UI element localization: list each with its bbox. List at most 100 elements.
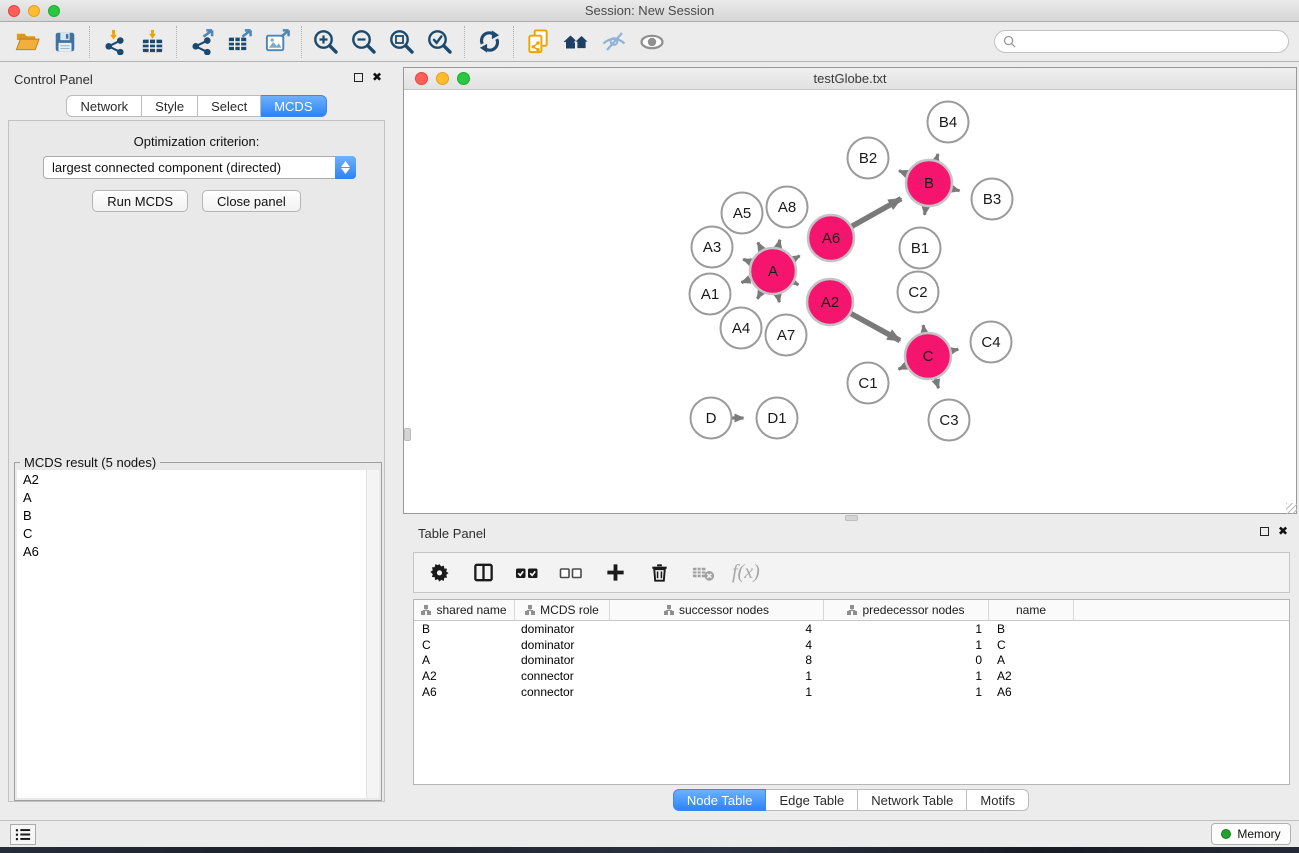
graph-edge-C-C1[interactable] — [899, 365, 907, 369]
open-session-button[interactable] — [8, 25, 46, 59]
column-header-successor-nodes[interactable]: successor nodes — [610, 600, 824, 620]
import-table-button[interactable] — [133, 25, 171, 59]
window-controls — [8, 5, 60, 17]
network-canvas[interactable]: AA1A2A3A4A5A6A7A8BB1B2B3B4CC1C2C3C4DD1 — [405, 91, 1295, 513]
run-mcds-button[interactable]: Run MCDS — [92, 190, 188, 212]
graph-node-label-B3: B3 — [983, 191, 1001, 208]
create-column-button[interactable] — [600, 558, 630, 588]
export-image-button[interactable] — [258, 25, 296, 59]
graph-edge-A-A4[interactable] — [757, 291, 761, 299]
refresh-layout-button[interactable] — [470, 25, 508, 59]
column-header-mcds-role[interactable]: MCDS role — [515, 600, 610, 620]
function-builder-button[interactable]: f(x) — [732, 558, 760, 588]
graph-node-label-A: A — [768, 263, 778, 280]
status-bar — [0, 820, 1299, 847]
tab-mcds[interactable]: MCDS — [261, 95, 326, 117]
memory-button[interactable]: Memory — [1211, 823, 1291, 845]
show-all-button[interactable] — [633, 25, 671, 59]
graph-node-label-C1: C1 — [858, 375, 877, 392]
search-input[interactable] — [1021, 33, 1288, 51]
graph-edge-A6-B[interactable] — [851, 199, 901, 227]
close-window-button[interactable] — [8, 5, 20, 17]
task-history-button[interactable] — [10, 824, 36, 845]
minimize-window-button[interactable] — [28, 5, 40, 17]
show-columns-button[interactable] — [468, 558, 498, 588]
import-network-button[interactable] — [95, 25, 133, 59]
fx-icon: f(x) — [732, 561, 760, 584]
network-window-titlebar[interactable]: testGlobe.txt — [404, 68, 1296, 90]
table-row[interactable]: A6connector11A6 — [414, 684, 1289, 700]
network-file-icon — [525, 28, 552, 55]
column-header-predecessor-nodes[interactable]: predecessor nodes — [824, 600, 989, 620]
close-panel-button[interactable]: Close panel — [202, 190, 301, 212]
graph-edge-A-A1[interactable] — [741, 279, 751, 283]
tab-motifs[interactable]: Motifs — [967, 789, 1029, 811]
close-panel-icon[interactable]: ✖ — [372, 73, 382, 82]
memory-status-icon — [1221, 829, 1231, 839]
graph-edge-A-A8[interactable] — [778, 240, 780, 249]
graph-edge-A-A5[interactable] — [758, 243, 762, 251]
control-panel-header: Control Panel ✖ — [0, 62, 393, 92]
table-cell: dominator — [515, 638, 610, 652]
zoom-fit-button[interactable] — [383, 25, 421, 59]
checked-boxes-icon — [514, 560, 540, 586]
table-row[interactable]: A2connector11A2 — [414, 668, 1289, 684]
close-table-panel-icon[interactable]: ✖ — [1278, 527, 1288, 536]
maximize-window-button[interactable] — [48, 5, 60, 17]
zoom-in-button[interactable] — [307, 25, 345, 59]
deselect-all-button[interactable] — [556, 558, 586, 588]
list-item[interactable]: A — [17, 488, 379, 506]
canvas-left-grip[interactable] — [404, 428, 411, 441]
select-all-button[interactable] — [512, 558, 542, 588]
table-row[interactable]: Adominator80A — [414, 653, 1289, 669]
column-header-name[interactable]: name — [989, 600, 1074, 620]
tab-edge-table[interactable]: Edge Table — [766, 789, 858, 811]
tab-style[interactable]: Style — [142, 95, 198, 117]
zoom-out-button[interactable] — [345, 25, 383, 59]
hide-selected-button[interactable] — [595, 25, 633, 59]
graph-edge-C-C3[interactable] — [935, 378, 938, 388]
table-row[interactable]: Cdominator41C — [414, 637, 1289, 653]
network-files-button[interactable] — [519, 25, 557, 59]
graph-edge-B-B2[interactable] — [899, 171, 908, 175]
home-view-button[interactable] — [557, 25, 595, 59]
float-panel-icon[interactable] — [354, 73, 363, 82]
delete-columns-button[interactable] — [644, 558, 674, 588]
zoom-out-icon — [350, 28, 378, 56]
list-item[interactable]: C — [17, 524, 379, 542]
node-table[interactable]: shared nameMCDS rolesuccessor nodesprede… — [413, 599, 1290, 785]
list-item[interactable]: A2 — [17, 470, 379, 488]
tab-network[interactable]: Network — [66, 95, 142, 117]
list-item[interactable]: B — [17, 506, 379, 524]
zoom-selected-button[interactable] — [421, 25, 459, 59]
table-row[interactable]: Bdominator41B — [414, 621, 1289, 637]
refresh-icon — [476, 28, 503, 55]
save-session-button[interactable] — [46, 25, 84, 59]
export-network-button[interactable] — [182, 25, 220, 59]
graph-edge-B-B1[interactable] — [925, 206, 926, 215]
mcds-result-list[interactable]: A2ABCA6 — [17, 470, 379, 798]
network-close-button[interactable] — [415, 72, 428, 85]
graph-edge-B-B3[interactable] — [951, 189, 959, 191]
table-cell: 1 — [610, 685, 824, 699]
result-scrollbar[interactable] — [366, 470, 379, 798]
gear-icon — [428, 561, 451, 584]
export-table-button[interactable] — [220, 25, 258, 59]
list-item[interactable]: A6 — [17, 542, 379, 560]
network-maximize-button[interactable] — [457, 72, 470, 85]
tab-network-table[interactable]: Network Table — [858, 789, 967, 811]
column-header-shared-name[interactable]: shared name — [414, 600, 515, 620]
table-mode-button[interactable] — [424, 558, 454, 588]
float-table-panel-icon[interactable] — [1260, 527, 1269, 536]
tab-node-table[interactable]: Node Table — [673, 789, 767, 811]
network-minimize-button[interactable] — [436, 72, 449, 85]
toolbar-separator — [301, 26, 302, 58]
tab-select[interactable]: Select — [198, 95, 261, 117]
graph-edge-A-A3[interactable] — [743, 259, 751, 262]
window-resize-grip[interactable] — [1286, 503, 1297, 514]
destroy-table-button[interactable] — [688, 558, 718, 588]
graph-edge-A2-C[interactable] — [850, 313, 900, 340]
optimization-criterion-dropdown[interactable]: largest connected component (directed) — [43, 156, 356, 179]
search-box[interactable] — [994, 30, 1289, 53]
graph-edge-A-A7[interactable] — [778, 294, 780, 303]
